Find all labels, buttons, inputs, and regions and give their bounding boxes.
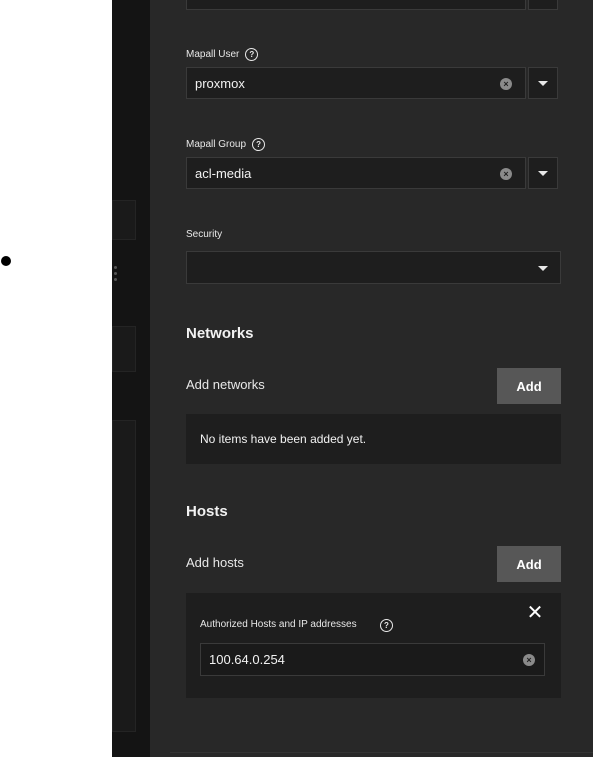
networks-title: Networks (186, 325, 254, 342)
mapall-user-label: Mapall User ? (186, 48, 259, 61)
empty-message: No items have been added yet. (200, 432, 367, 446)
add-hosts-label: Add hosts (186, 555, 244, 570)
mapall-user-dropdown-button[interactable] (528, 67, 558, 99)
security-select[interactable] (186, 251, 561, 284)
bullet-dot (1, 256, 11, 266)
mapall-group-label-text: Mapall Group (186, 139, 247, 150)
mapall-group-input[interactable]: acl-media × (186, 157, 526, 189)
panel-divider (170, 752, 593, 753)
mapall-group-value: acl-media (195, 165, 252, 181)
networks-empty-state: No items have been added yet. (186, 414, 561, 464)
help-circle-icon[interactable]: ? (380, 619, 393, 632)
mapall-user-label-text: Mapall User (186, 49, 240, 60)
background-card (112, 420, 136, 732)
chevron-down-icon (538, 170, 548, 176)
background-card (112, 200, 136, 240)
clear-icon[interactable]: × (523, 654, 535, 666)
drag-handle-icon (112, 266, 118, 284)
mapall-group-dropdown-button[interactable] (528, 157, 558, 189)
chevron-down-icon (538, 266, 548, 271)
security-label: Security (186, 229, 222, 240)
help-circle-icon[interactable]: ? (245, 48, 259, 61)
authorized-hosts-input[interactable]: 100.64.0.254 × (200, 643, 545, 676)
mapall-user-input[interactable]: proxmox × (186, 67, 526, 99)
previous-dropdown[interactable] (528, 0, 558, 10)
authorized-hosts-value: 100.64.0.254 (209, 652, 285, 667)
hosts-title: Hosts (186, 503, 228, 520)
add-network-button[interactable]: Add (497, 368, 561, 404)
mapall-group-label: Mapall Group ? (186, 138, 266, 151)
add-host-button[interactable]: Add (497, 546, 561, 582)
help-circle-icon[interactable]: ? (252, 138, 266, 151)
close-icon[interactable]: ✕ (525, 603, 545, 623)
background-row (112, 326, 136, 372)
clear-icon[interactable]: × (500, 168, 512, 180)
clear-icon[interactable]: × (500, 78, 512, 90)
authorized-hosts-label: Authorized Hosts and IP addresses (200, 619, 357, 630)
security-label-text: Security (186, 229, 223, 240)
mapall-user-value: proxmox (195, 75, 245, 91)
previous-field[interactable] (186, 0, 526, 10)
chevron-down-icon (538, 80, 548, 86)
add-networks-label: Add networks (186, 377, 265, 392)
